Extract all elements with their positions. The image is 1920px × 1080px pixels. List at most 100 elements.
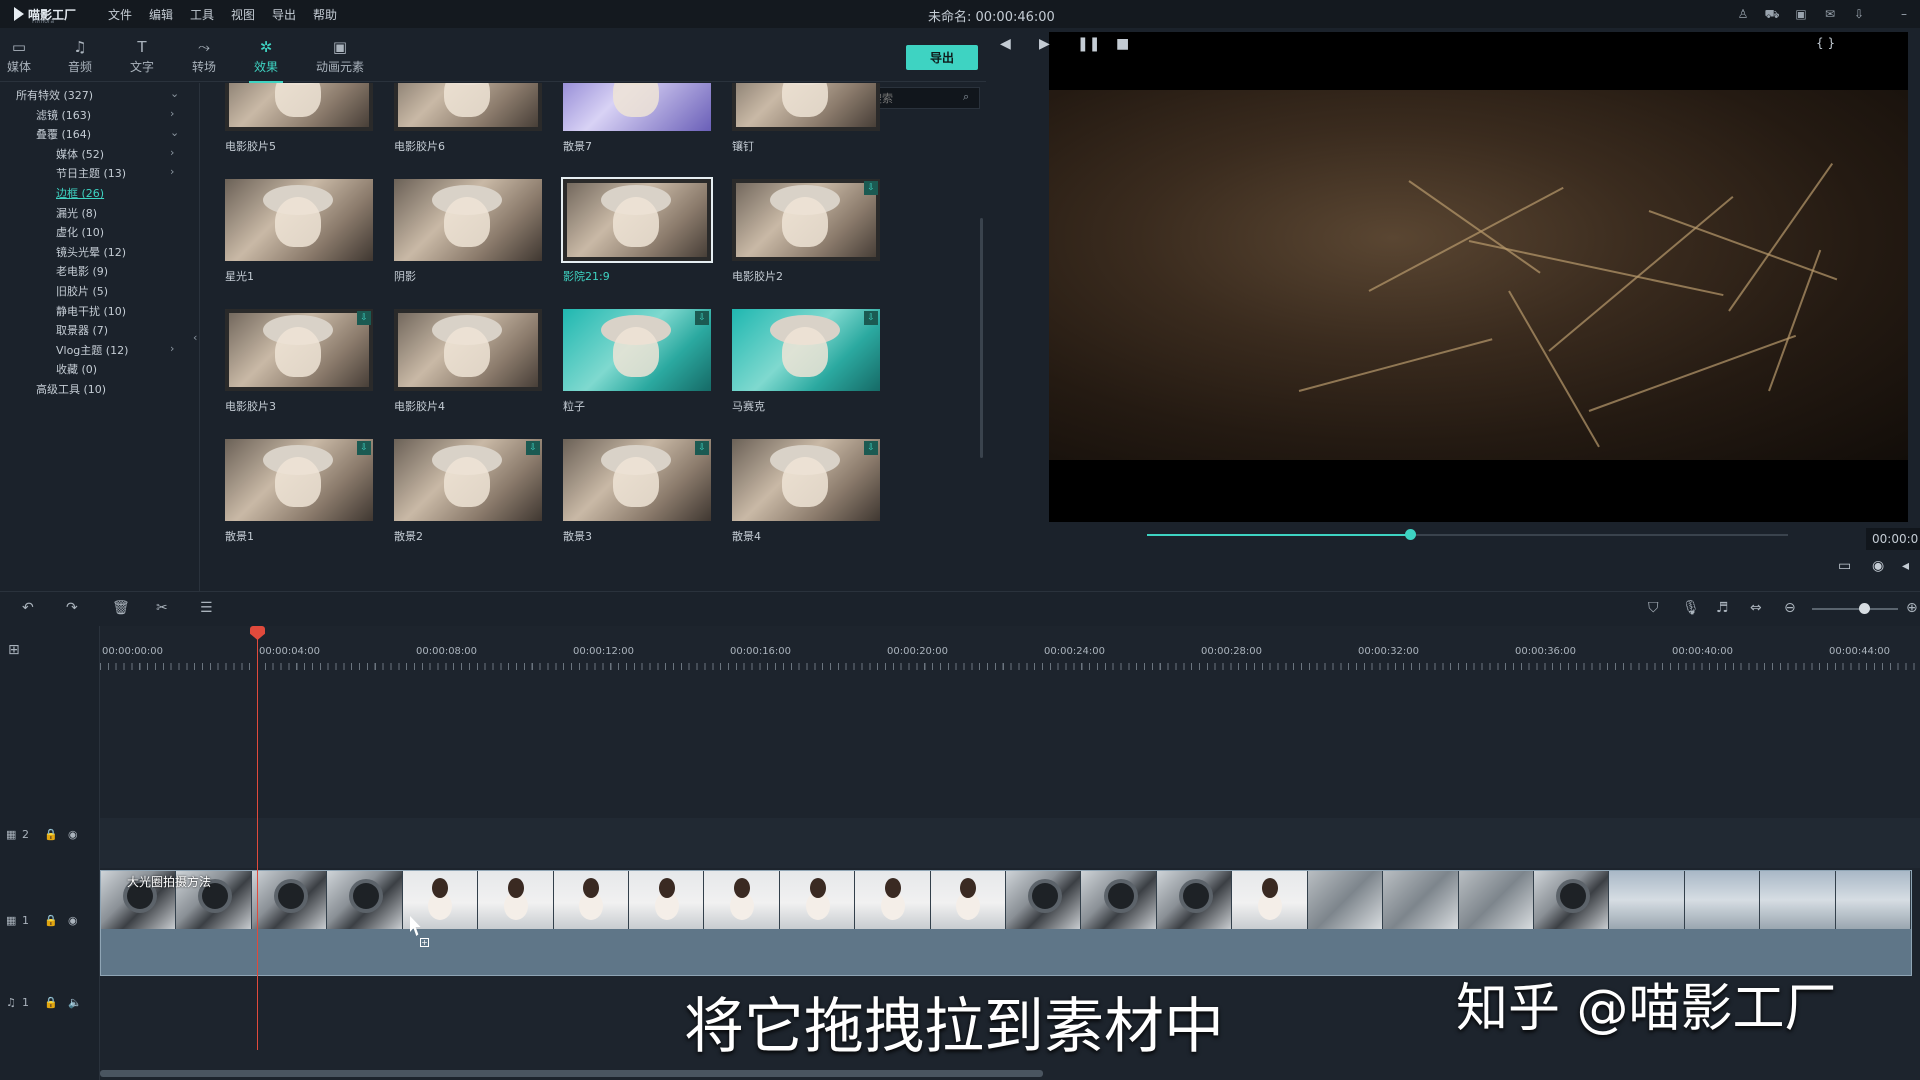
effect-item[interactable]: 镶钉 xyxy=(732,83,880,154)
sidebar-category[interactable]: 滤镜 (163) xyxy=(36,107,91,123)
effect-thumbnail[interactable]: ⇩ xyxy=(394,439,542,521)
effect-item[interactable]: ⇩ 粒子 xyxy=(563,309,711,414)
snapshot-icon[interactable]: ◉ xyxy=(1872,558,1884,574)
account-icon[interactable]: ♙ xyxy=(1735,6,1751,22)
effect-item[interactable]: ⇩ 散景2 xyxy=(394,439,542,544)
timeline-zoom-slider[interactable] xyxy=(1812,608,1898,610)
mail-icon[interactable]: ✉ xyxy=(1822,6,1838,22)
effect-thumbnail[interactable] xyxy=(563,83,711,131)
tab-text[interactable]: T 文字 xyxy=(117,38,167,75)
effect-thumbnail[interactable]: ⇩ xyxy=(563,439,711,521)
sidebar-category[interactable]: 静电干扰 (10) xyxy=(56,303,126,319)
fit-timeline-icon[interactable]: ⇔ xyxy=(1750,600,1762,616)
add-track-icon[interactable]: ⊞ xyxy=(8,642,20,658)
sidebar-category[interactable]: 叠覆 (164) xyxy=(36,126,91,142)
cut-icon[interactable]: ✂ xyxy=(156,600,168,616)
pause-icon[interactable]: ❚❚ xyxy=(1077,36,1100,52)
download-icon[interactable]: ⇩ xyxy=(695,441,709,455)
effect-thumbnail[interactable] xyxy=(561,177,713,263)
menu-tools[interactable]: 工具 xyxy=(190,6,214,23)
chevron-right-icon[interactable]: › xyxy=(170,342,174,355)
sidebar-category[interactable]: 节日主题 (13) xyxy=(56,165,126,181)
lock-icon[interactable]: 🔒 xyxy=(44,828,58,841)
chevron-down-icon[interactable]: ⌄ xyxy=(170,126,179,139)
grid-scrollbar[interactable] xyxy=(980,218,983,458)
sidebar-category[interactable]: 高级工具 (10) xyxy=(36,381,106,397)
menu-file[interactable]: 文件 xyxy=(108,6,132,23)
zoom-in-icon[interactable]: ⊕ xyxy=(1906,600,1918,616)
effect-thumbnail[interactable] xyxy=(225,83,373,131)
step-back-icon[interactable]: ◀ xyxy=(1000,36,1011,52)
video-clip[interactable]: 大光圈拍摄方法 xyxy=(100,870,1912,976)
menu-export[interactable]: 导出 xyxy=(272,6,296,23)
effect-thumbnail[interactable] xyxy=(394,83,542,131)
effect-item[interactable]: ⇩ 散景3 xyxy=(563,439,711,544)
download-icon[interactable]: ⇩ xyxy=(1851,6,1867,22)
minimize-icon[interactable]: – xyxy=(1896,6,1912,22)
tab-elements[interactable]: ▣ 动画元素 xyxy=(310,38,370,75)
sidebar-category[interactable]: 媒体 (52) xyxy=(56,146,104,162)
effect-thumbnail[interactable]: ⇩ xyxy=(225,439,373,521)
sidebar-category[interactable]: 镜头光晕 (12) xyxy=(56,244,126,260)
adjust-icon[interactable]: ☰ xyxy=(200,600,213,616)
download-icon[interactable]: ⇩ xyxy=(864,441,878,455)
effect-thumbnail[interactable]: ⇩ xyxy=(732,179,880,261)
effect-thumbnail[interactable] xyxy=(394,179,542,261)
undo-icon[interactable]: ↶ xyxy=(22,600,34,616)
timeline-horizontal-scrollbar[interactable] xyxy=(100,1070,1043,1077)
menu-edit[interactable]: 编辑 xyxy=(149,6,173,23)
effect-item[interactable]: ⇩ 电影胶片2 xyxy=(732,179,880,284)
zoom-out-icon[interactable]: ⊖ xyxy=(1784,600,1796,616)
effect-item[interactable]: 阴影 xyxy=(394,179,542,284)
timeline-ruler[interactable]: 00:00:00:00 00:00:04:00 00:00:08:00 00:00:1… xyxy=(100,646,1920,670)
effect-item[interactable]: 星光1 xyxy=(225,179,373,284)
eye-icon[interactable]: ◉ xyxy=(68,914,78,927)
effect-item[interactable]: 散景7 xyxy=(563,83,711,154)
effect-item[interactable]: ⇩ 马赛克 xyxy=(732,309,880,414)
sidebar-category[interactable]: 老电影 (9) xyxy=(56,263,108,279)
effect-item[interactable]: 电影胶片4 xyxy=(394,309,542,414)
tab-effects[interactable]: ✲ 效果 xyxy=(241,38,291,83)
sidebar-category[interactable]: Vlog主题 (12) xyxy=(56,342,128,358)
effect-thumbnail[interactable]: ⇩ xyxy=(563,309,711,391)
effect-thumbnail[interactable] xyxy=(394,309,542,391)
effect-item[interactable]: 电影胶片6 xyxy=(394,83,542,154)
chevron-right-icon[interactable]: › xyxy=(170,107,174,120)
effect-item[interactable]: ⇩ 散景1 xyxy=(225,439,373,544)
timeline-zoom-knob[interactable] xyxy=(1858,603,1870,614)
sidebar-category[interactable]: 所有特效 (327) xyxy=(16,87,93,103)
menu-help[interactable]: 帮助 xyxy=(313,6,337,23)
playback-progress-knob[interactable] xyxy=(1404,529,1416,540)
effect-thumbnail[interactable]: ⇩ xyxy=(225,309,373,391)
effect-thumbnail[interactable]: ⇩ xyxy=(732,309,880,391)
export-button[interactable]: 导出 xyxy=(906,45,978,70)
search-icon[interactable]: ⌕ xyxy=(963,90,969,104)
download-icon[interactable]: ⇩ xyxy=(864,181,878,195)
stop-icon[interactable]: ■ xyxy=(1116,36,1129,52)
sidebar-category[interactable]: 边框 (26) xyxy=(56,185,104,201)
effect-item[interactable]: 电影胶片5 xyxy=(225,83,373,154)
effect-thumbnail[interactable] xyxy=(225,179,373,261)
cart-icon[interactable]: ⛟ xyxy=(1764,6,1780,22)
tab-transition[interactable]: ⤳ 转场 xyxy=(179,38,229,75)
lock-icon[interactable]: 🔒 xyxy=(44,996,58,1009)
effect-item[interactable]: ⇩ 电影胶片3 xyxy=(225,309,373,414)
lock-icon[interactable]: 🔒 xyxy=(44,914,58,927)
download-icon[interactable]: ⇩ xyxy=(357,441,371,455)
sidebar-category[interactable]: 旧胶片 (5) xyxy=(56,283,108,299)
chevron-right-icon[interactable]: › xyxy=(170,146,174,159)
chevron-right-icon[interactable]: › xyxy=(170,165,174,178)
speaker-icon[interactable]: 🔈 xyxy=(68,996,82,1009)
sidebar-category[interactable]: 取景器 (7) xyxy=(56,322,108,338)
download-icon[interactable]: ⇩ xyxy=(864,311,878,325)
mark-in-out-icon[interactable]: { } xyxy=(1816,36,1835,50)
tab-media[interactable]: ▭ 媒体 xyxy=(0,38,44,75)
track-row-video-2[interactable] xyxy=(100,818,1920,868)
effect-item[interactable]: 影院21:9 xyxy=(561,177,713,284)
effect-thumbnail[interactable]: ⇩ xyxy=(732,439,880,521)
collapse-panel-icon[interactable]: ‹ xyxy=(193,331,197,344)
effect-thumbnail[interactable] xyxy=(732,83,880,131)
marker-icon[interactable]: ⛉ xyxy=(1648,600,1659,616)
sidebar-category[interactable]: 收藏 (0) xyxy=(56,361,97,377)
download-icon[interactable]: ⇩ xyxy=(526,441,540,455)
